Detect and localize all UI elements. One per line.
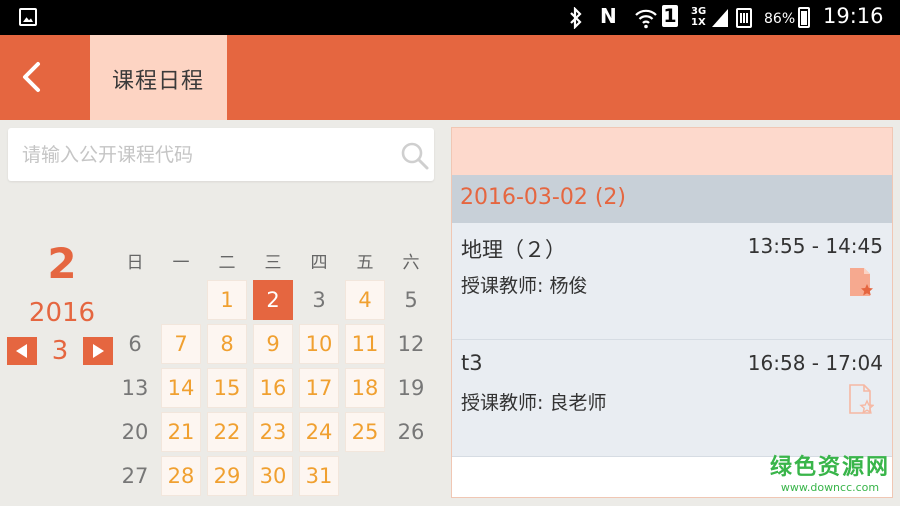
course-name: 地理（２） [461,238,566,262]
calendar-day[interactable]: 29 [207,456,247,496]
calendar-day[interactable]: 8 [207,324,247,364]
weekday-label: 日 [126,253,144,273]
calendar-day[interactable]: 1 [207,280,247,320]
date-label: 2016-03-02 (2) [460,185,627,210]
calendar-day[interactable]: 5 [391,280,431,320]
calendar-day[interactable]: 23 [253,412,293,452]
calendar-day[interactable]: 30 [253,456,293,496]
calendar-day[interactable]: 4 [345,280,385,320]
calendar-day[interactable]: 28 [161,456,201,496]
calendar-day[interactable]: 27 [115,456,155,496]
calendar-day[interactable]: 22 [207,412,247,452]
calendar-day[interactable]: 15 [207,368,247,408]
nfc-icon: N [600,4,617,28]
next-month-button[interactable] [83,337,113,365]
calendar-day[interactable]: 3 [299,280,339,320]
search-box [8,128,434,181]
network-type-1x: 1X [691,17,706,28]
network-type-3g: 3G [691,6,707,17]
weekday-label: 六 [402,253,420,273]
app-header: 课程日程 [0,35,900,120]
calendar-day[interactable]: 24 [299,412,339,452]
calendar-day[interactable]: 9 [253,324,293,364]
weekday-label: 三 [264,253,282,273]
calendar-day[interactable]: 26 [391,412,431,452]
calendar-day[interactable]: 12 [391,324,431,364]
calendar-day[interactable]: 10 [299,324,339,364]
wifi-icon [635,9,657,29]
tab-course-schedule[interactable]: 课程日程 [90,35,227,120]
calendar-day[interactable]: 6 [115,324,155,364]
schedule-panel: 2016-03-02 (2) 地理（２） 13:55 - 14:45 授课教师:… [451,127,893,498]
battery-icon [798,7,810,28]
chevron-left-icon [23,62,40,92]
weekday-label: 四 [310,253,328,273]
course-item[interactable]: 地理（２） 13:55 - 14:45 授课教师: 杨俊 [452,223,892,340]
course-teacher: 授课教师: 良老师 [461,392,607,414]
course-name: t3 [461,351,483,375]
clock: 19:16 [823,4,884,28]
search-icon[interactable] [400,141,430,171]
back-button[interactable] [0,35,90,120]
signal-icon [712,9,728,27]
calendar-day[interactable]: 11 [345,324,385,364]
calendar-day-selected[interactable]: 2 [253,280,293,320]
selected-day: 2 [47,239,77,288]
date-header: 2016-03-02 (2) [452,175,892,223]
calendar-day[interactable]: 21 [161,412,201,452]
document-star-icon[interactable] [848,267,874,297]
course-item[interactable]: t3 16:58 - 17:04 授课教师: 良老师 [452,340,892,457]
sim-icon [736,8,752,28]
course-code-input[interactable] [22,140,382,170]
selected-month: 3 [51,336,69,366]
watermark: 绿色资源网 www.downcc.com [765,455,895,495]
calendar-day[interactable]: 14 [161,368,201,408]
sim-slot-icon: 1 [662,5,678,27]
watermark-url: www.downcc.com [780,481,880,494]
bluetooth-icon [570,7,582,29]
battery-percent: 86% [764,11,796,27]
calendar-day[interactable]: 25 [345,412,385,452]
page-title: 课程日程 [112,69,205,94]
calendar-day[interactable]: 20 [115,412,155,452]
panel-header [452,128,892,175]
weekday-label: 二 [218,253,236,273]
watermark-title: 绿色资源网 [769,455,890,480]
selected-year: 2016 [28,298,96,328]
calendar-day[interactable]: 31 [299,456,339,496]
calendar-day[interactable]: 19 [391,368,431,408]
weekday-label: 五 [356,253,374,273]
gallery-icon [19,8,37,26]
weekday-label: 一 [172,253,190,273]
calendar-day[interactable]: 18 [345,368,385,408]
document-star-outline-icon[interactable] [848,384,874,414]
calendar-day[interactable]: 17 [299,368,339,408]
course-time: 16:58 - 17:04 [747,351,883,375]
prev-month-button[interactable] [7,337,37,365]
calendar-day[interactable]: 13 [115,368,155,408]
calendar-day[interactable]: 16 [253,368,293,408]
course-time: 13:55 - 14:45 [747,234,883,258]
course-teacher: 授课教师: 杨俊 [461,275,588,297]
calendar-day[interactable]: 7 [161,324,201,364]
status-bar: N 1 3G 1X 86% 19:16 [0,0,900,35]
